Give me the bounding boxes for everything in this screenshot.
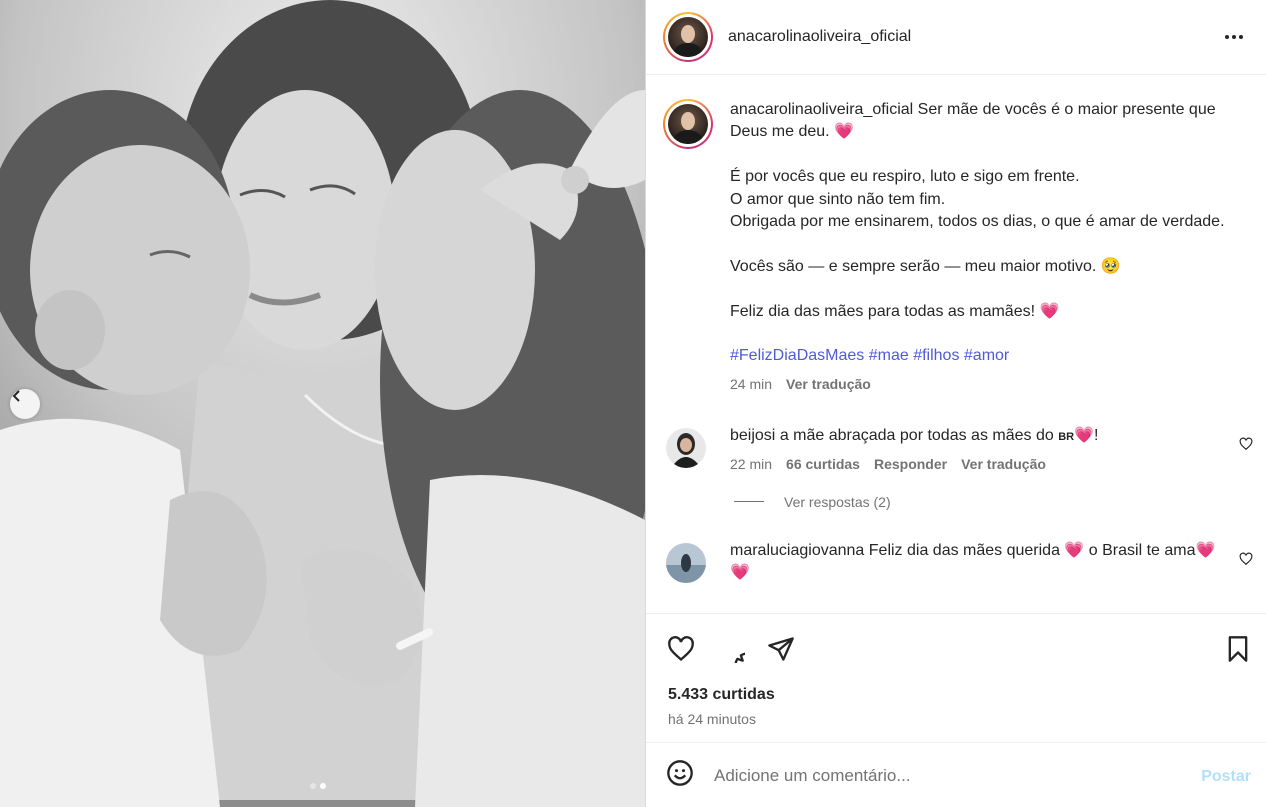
heart-icon[interactable] <box>666 634 696 664</box>
add-comment-bar: Postar <box>646 744 1266 807</box>
caption-paragraph: Vocês são — e sempre serão — meu maior m… <box>730 257 1121 275</box>
post-header: anacarolinaoliveira_oficial <box>646 0 1266 75</box>
post-actions: 5.433 curtidas há 24 minutos <box>646 613 1266 743</box>
comments-scroll-area[interactable]: anacarolinaoliveira_oficial Ser mãe de v… <box>646 76 1266 613</box>
comment-username[interactable]: beijosi <box>730 427 775 444</box>
post-photo <box>0 0 645 807</box>
comment-like-icon[interactable] <box>1239 552 1253 571</box>
pleading-face-emoji: 🥹 <box>1100 257 1121 275</box>
caption-hashtags: #FelizDiaDasMaes #mae #filhos #amor <box>730 345 1230 367</box>
post-caption: anacarolinaoliveira_oficial Ser mãe de v… <box>646 76 1266 392</box>
bookmark-icon[interactable] <box>1223 634 1253 664</box>
emoji-icon[interactable] <box>666 759 694 792</box>
caption-time: 24 min <box>730 375 773 392</box>
view-replies-label: Ver respostas (2) <box>784 493 891 510</box>
caption-meta: 24 min Ver tradução <box>730 376 1227 392</box>
more-options-icon[interactable] <box>1224 27 1244 52</box>
post-side-panel: anacarolinaoliveira_oficial anacarolinao… <box>645 0 1266 807</box>
hashtag-link[interactable]: #amor <box>964 347 1009 364</box>
comment-item: beijosi a mãe abraçada por todas as mães… <box>646 425 1266 472</box>
comment-reply-button[interactable]: Responder <box>874 456 947 472</box>
caption-paragraph: É por vocês que eu respiro, luto e sigo … <box>730 168 1225 231</box>
comment-text: a mãe abraçada por todas as mães do <box>779 426 1059 444</box>
caption-translate-link[interactable]: Ver tradução <box>786 376 871 392</box>
caption-username[interactable]: anacarolinaoliveira_oficial <box>730 101 913 118</box>
hashtag-link[interactable]: #FelizDiaDasMaes <box>730 347 864 364</box>
comment-input[interactable] <box>714 765 1174 786</box>
carousel-indicator <box>310 783 326 789</box>
commenter-avatar[interactable] <box>666 427 706 468</box>
comment-item: maraluciagiovanna Feliz dia das mães que… <box>646 540 1266 584</box>
post-comment-button[interactable]: Postar <box>1201 768 1251 786</box>
carousel-dot-active <box>320 783 326 789</box>
view-replies-button[interactable]: Ver respostas (2) <box>730 494 1266 510</box>
author-username[interactable]: anacarolinaoliveira_oficial <box>728 28 911 46</box>
hashtag-link[interactable]: #mae <box>869 347 909 364</box>
comment-username[interactable]: maraluciagiovanna <box>730 542 864 559</box>
heart-emoji: 💗 <box>834 123 854 141</box>
flag-emoji: BR <box>1058 430 1075 443</box>
caption-paragraph: Feliz dia das mães para todas as mamães!… <box>730 302 1060 320</box>
heart-emoji: 💗 <box>1039 302 1060 320</box>
comment-meta: 22 min 66 curtidas Responder Ver traduçã… <box>730 456 1217 472</box>
author-avatar[interactable] <box>663 12 713 62</box>
hashtag-link[interactable]: #filhos <box>913 347 959 364</box>
carousel-dot <box>310 783 316 789</box>
comment-bubble-icon[interactable] <box>716 634 746 664</box>
replies-divider <box>734 501 764 503</box>
send-icon[interactable] <box>766 634 796 664</box>
photo-illustration <box>0 0 645 807</box>
comment-likes[interactable]: 66 curtidas <box>786 456 860 472</box>
likes-count[interactable]: 5.433 curtidas <box>668 686 775 704</box>
comment-like-icon[interactable] <box>1239 437 1253 456</box>
comment-translate-link[interactable]: Ver tradução <box>961 456 1046 472</box>
carousel-prev-button[interactable] <box>10 389 40 419</box>
commenter-avatar[interactable] <box>666 542 706 583</box>
comment-time: 22 min <box>730 455 773 472</box>
comment-suffix: 💗! <box>1074 426 1099 444</box>
caption-author-avatar[interactable] <box>663 99 713 149</box>
post-time: há 24 minutos <box>668 711 756 727</box>
